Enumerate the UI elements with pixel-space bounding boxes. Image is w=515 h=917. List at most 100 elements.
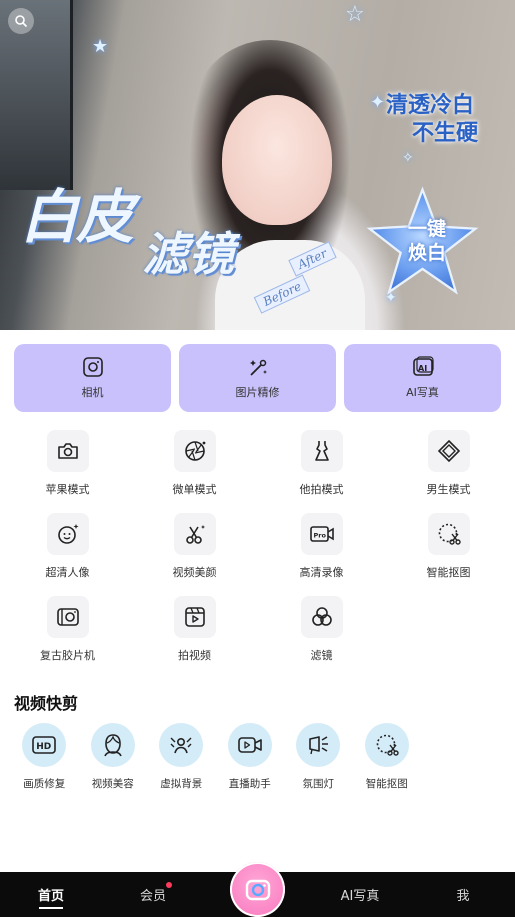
diamond-icon [437, 439, 461, 463]
face-sparkle-icon [56, 522, 80, 546]
filter-circles-icon [310, 605, 334, 629]
nav-ai-portrait[interactable]: AI写真 [330, 872, 390, 917]
grid-row: 复古胶片机 拍视频 滤镜 [4, 596, 512, 679]
male-mode-item[interactable]: 男生模式 [385, 430, 512, 513]
feature-cards: 相机 图片精修 AI AI写真 [14, 344, 501, 412]
retro-film-item[interactable]: 复古胶片机 [4, 596, 131, 679]
nav-member-label: 会员 [139, 889, 166, 904]
cutout-icon [375, 733, 399, 757]
hd-portrait-item[interactable]: 超清人像 [4, 513, 131, 596]
badge-line2: 焕白 [407, 242, 446, 264]
video-beauty-tool-item[interactable]: 视频美容 [79, 723, 148, 791]
apple-mode-item[interactable]: 苹果模式 [4, 430, 131, 513]
hd-portrait-tile [46, 513, 89, 555]
center-camera-button[interactable] [230, 862, 285, 917]
banner-title-line2: 滤镜 [142, 227, 234, 281]
live-camera-icon [237, 736, 262, 754]
ambient-light-item[interactable]: 氛围灯 [284, 723, 353, 791]
sparkle-decoration-icon: ✧ [402, 150, 414, 166]
tool-circle [227, 723, 272, 767]
ai-portrait-card-label: AI写真 [406, 386, 439, 399]
nav-active-indicator [39, 907, 63, 909]
quality-repair-item[interactable]: HD 画质修复 [10, 723, 79, 791]
virtual-background-item[interactable]: 虚拟背景 [147, 723, 216, 791]
virtual-bg-icon [169, 734, 193, 756]
nav-ai-label: AI写真 [340, 889, 380, 904]
tool-circle [364, 723, 409, 767]
tool-label: 虚拟背景 [160, 778, 203, 790]
camera-icon [244, 877, 272, 903]
male-mode-tile [427, 430, 470, 472]
grid-item-label: 超清人像 [45, 566, 90, 579]
tool-label: 氛围灯 [302, 778, 335, 790]
svg-text:HD: HD [36, 742, 51, 752]
smart-cutout-tool-item[interactable]: 智能抠图 [353, 723, 422, 791]
banner-model-face [222, 95, 332, 225]
tool-label: 视频美容 [91, 778, 134, 790]
star-decoration-icon: ☆ [345, 2, 365, 27]
film-camera-icon [56, 606, 80, 628]
smart-cutout-item[interactable]: 智能抠图 [385, 513, 512, 596]
nav-member[interactable]: 会员 [128, 872, 178, 917]
star-decoration-icon: ★ [92, 36, 109, 57]
svg-text:Pro: Pro [313, 532, 326, 540]
video-tools-row: HD 画质修复 视频美容 虚拟背景 直播助手 氛围灯 智能抠图 [10, 723, 421, 791]
mirrorless-mode-item[interactable]: 微单模式 [131, 430, 258, 513]
filter-tile [300, 596, 343, 638]
camera-icon [82, 356, 104, 378]
grid-item-label: 高清录像 [299, 566, 344, 579]
grid-item-label: 智能抠图 [426, 566, 471, 579]
camera-icon [56, 440, 80, 462]
tool-circle: HD [22, 723, 67, 767]
grid-row: 苹果模式 微单模式 他拍模式 男生模式 [4, 430, 512, 513]
star-badge-text: 一键 焕白 [402, 217, 452, 265]
tool-circle [296, 723, 341, 767]
badge-line1: 一键 [407, 218, 446, 240]
nav-me-label: 我 [456, 889, 470, 904]
mode-grid: 苹果模式 微单模式 他拍模式 男生模式 超清人像 视频美颜 Pro 高清录像 智… [4, 430, 512, 679]
tool-label: 画质修复 [23, 778, 66, 790]
shoot-video-item[interactable]: 拍视频 [131, 596, 258, 679]
grid-item-label: 苹果模式 [45, 483, 90, 496]
live-assistant-item[interactable]: 直播助手 [216, 723, 285, 791]
hd-recording-item[interactable]: Pro 高清录像 [258, 513, 385, 596]
aperture-icon [183, 439, 207, 463]
grid-item-label: 微单模式 [172, 483, 217, 496]
shoot-video-tile [173, 596, 216, 638]
dress-icon [311, 439, 333, 463]
nav-home[interactable]: 首页 [26, 872, 76, 917]
ai-portrait-card[interactable]: AI AI写真 [344, 344, 501, 412]
grid-item-label: 滤镜 [310, 649, 333, 662]
banner-title-line1: 白皮 [20, 183, 134, 251]
search-icon [14, 14, 28, 28]
video-clapper-icon [183, 605, 207, 629]
face-outline-icon [102, 733, 124, 757]
video-section-title: 视频快剪 [14, 694, 79, 713]
filter-item[interactable]: 滤镜 [258, 596, 385, 679]
notification-dot [166, 882, 172, 888]
camera-card[interactable]: 相机 [14, 344, 171, 412]
banner-slogan-line2: 不生硬 [412, 121, 479, 146]
video-beauty-tile [173, 513, 216, 555]
retro-film-tile [46, 596, 89, 638]
hero-banner[interactable]: ★ ☆ ✦ ✧ ✦ 白皮 滤镜 清透冷白 不生硬 Before After 一键… [0, 0, 515, 330]
photo-retouch-card[interactable]: 图片精修 [179, 344, 336, 412]
spotlight-icon [306, 734, 330, 756]
pro-video-icon: Pro [309, 523, 335, 545]
tool-circle [159, 723, 204, 767]
apple-mode-tile [46, 430, 89, 472]
banner-slogan: 清透冷白 不生硬 [382, 92, 478, 148]
others-shoot-mode-item[interactable]: 他拍模式 [258, 430, 385, 513]
ai-portrait-icon: AI [411, 356, 435, 378]
tool-label: 直播助手 [228, 778, 271, 790]
photo-retouch-card-label: 图片精修 [235, 386, 280, 399]
tool-label: 智能抠图 [365, 778, 408, 790]
grid-row: 超清人像 视频美颜 Pro 高清录像 智能抠图 [4, 513, 512, 596]
banner-slogan-line1: 清透冷白 [386, 93, 475, 118]
video-beauty-item[interactable]: 视频美颜 [131, 513, 258, 596]
search-button[interactable] [8, 8, 34, 34]
grid-item-label: 他拍模式 [299, 483, 344, 496]
nav-me[interactable]: 我 [445, 872, 481, 917]
cutout-icon [437, 522, 461, 546]
nav-home-label: 首页 [37, 889, 64, 904]
